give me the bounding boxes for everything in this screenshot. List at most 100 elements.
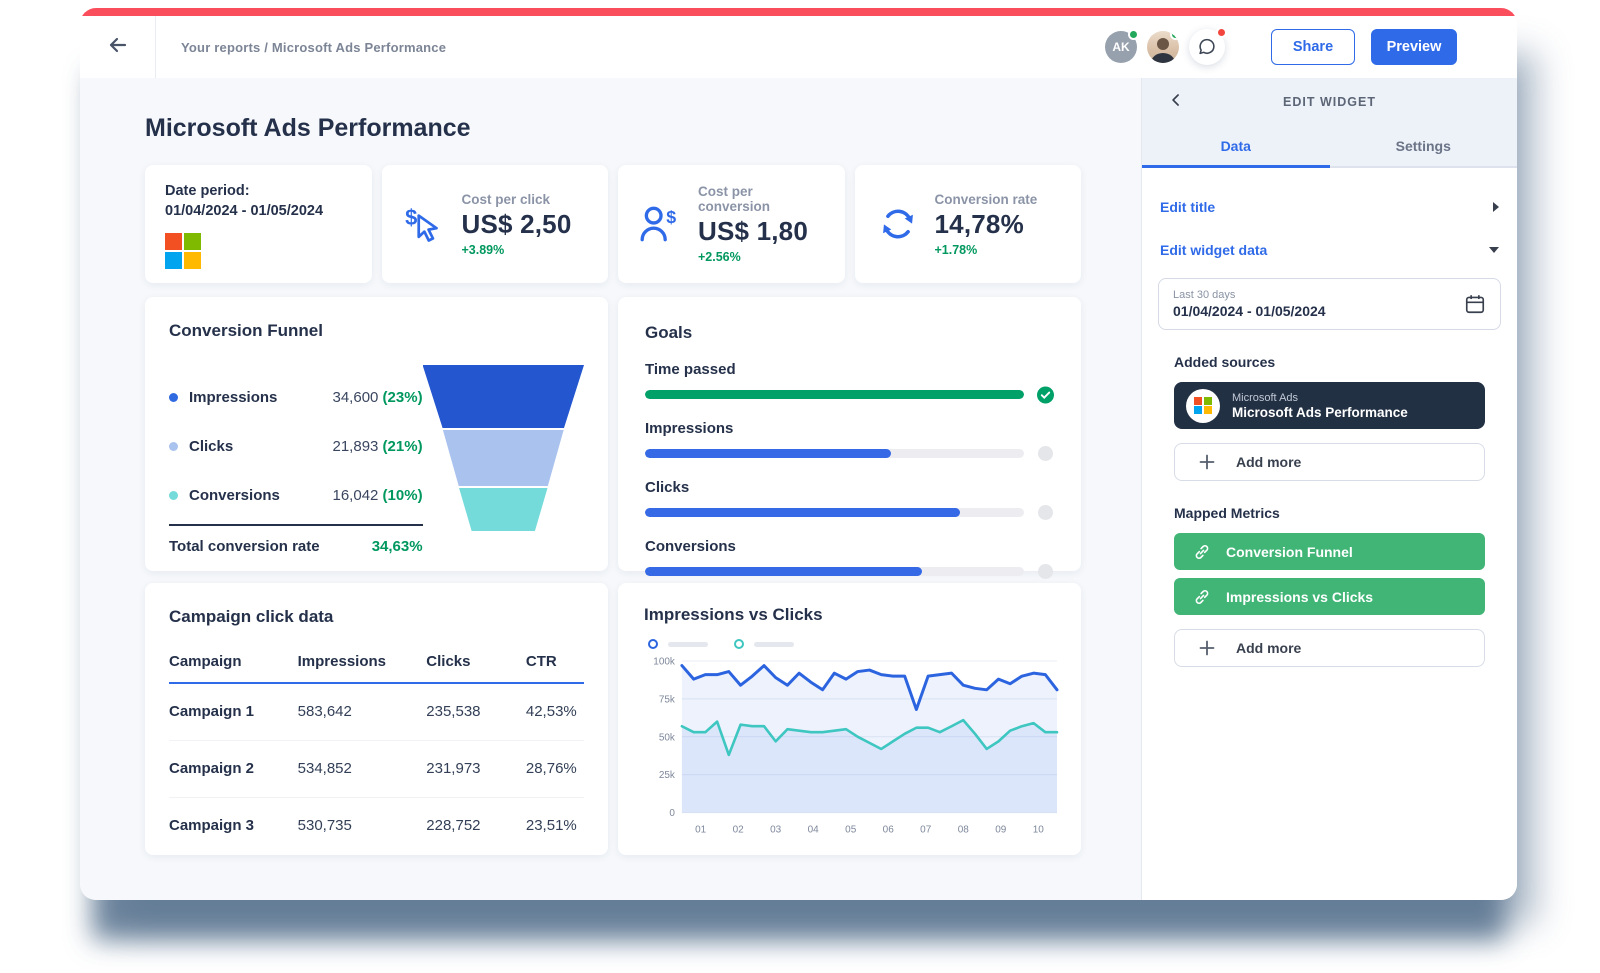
panel-header: EDIT WIDGET Data Settings: [1142, 78, 1517, 168]
goal-row: Time passed: [645, 361, 1054, 403]
add-source-button[interactable]: Add more: [1174, 443, 1485, 481]
comments-button[interactable]: [1189, 27, 1227, 65]
divider: [169, 524, 423, 526]
svg-text:02: 02: [733, 825, 745, 836]
date-period-value: 01/04/2024 - 01/05/2024: [165, 203, 324, 219]
legend-label: Clicks: [189, 438, 234, 455]
topbar-actions: AK Share Preview: [1105, 27, 1517, 65]
tab-settings[interactable]: Settings: [1330, 126, 1518, 168]
svg-text:0: 0: [669, 808, 675, 819]
panel-title: EDIT WIDGET: [1283, 95, 1376, 109]
content-area: Microsoft Ads Performance Date period: 0…: [80, 78, 1517, 900]
widget-title: Impressions vs Clicks: [644, 605, 823, 624]
kpi-label: Cost per conversion: [698, 184, 771, 214]
campaign-table: Campaign Impressions Clicks CTR Campaign 15…: [169, 653, 584, 854]
svg-text:$: $: [666, 207, 676, 227]
avatar-initials: AK: [1112, 40, 1130, 54]
preview-button[interactable]: Preview: [1371, 29, 1457, 65]
check-circle-icon: [1037, 386, 1054, 403]
kpi-label: Conversion rate: [934, 191, 1038, 207]
edit-widget-data-row[interactable]: Edit widget data: [1158, 235, 1501, 265]
mapped-metrics-label: Mapped Metrics: [1174, 505, 1280, 521]
table-header-row: Campaign Impressions Clicks CTR: [169, 653, 584, 684]
edit-title-row[interactable]: Edit title: [1158, 192, 1501, 222]
report-canvas: Microsoft Ads Performance Date period: 0…: [80, 78, 1141, 900]
cost-per-conversion-card[interactable]: $ Cost per conversion US$ 1,80 +2.56%: [618, 165, 845, 283]
funnel-legend: Impressions 34,600 (23%) Clicks 21,893 (21%…: [169, 373, 423, 555]
legend-pill: [754, 641, 794, 647]
mapped-metric-impressions-vs-clicks[interactable]: Impressions vs Clicks: [1174, 578, 1485, 615]
panel-tabs: Data Settings: [1142, 126, 1517, 168]
svg-text:10: 10: [1033, 825, 1045, 836]
legend-dot: [169, 393, 178, 402]
page-title: Microsoft Ads Performance: [145, 114, 471, 142]
link-icon: [1195, 544, 1209, 559]
legend-item-clicks: [734, 639, 794, 649]
widget-title: Goals: [645, 323, 693, 342]
funnel-segment-impressions: [422, 365, 584, 428]
goal-progress-bar: [645, 508, 1024, 517]
table-cell: 231,973: [426, 740, 526, 798]
source-card-microsoft-ads[interactable]: Microsoft Ads Microsoft Ads Performance: [1174, 382, 1485, 429]
svg-text:03: 03: [770, 825, 782, 836]
svg-text:100k: 100k: [653, 656, 675, 667]
svg-text:07: 07: [920, 825, 932, 836]
legend-label: Impressions: [189, 389, 278, 406]
funnel-segment-clicks: [442, 430, 564, 486]
conversion-rate-card[interactable]: Conversion rate 14,78% +1.78%: [854, 165, 1081, 283]
back-button[interactable]: [80, 16, 156, 78]
kpi-value: US$ 1,80: [698, 216, 809, 246]
conversion-funnel-widget[interactable]: Conversion Funnel Impressions 34,600 (23%…: [145, 297, 608, 571]
edit-title-link[interactable]: Edit title: [1160, 199, 1215, 215]
cost-per-click-card[interactable]: $ Cost per click US$ 2,50 +3.89%: [381, 165, 608, 283]
funnel-legend-row: Impressions 34,600 (23%): [169, 373, 423, 422]
svg-text:09: 09: [995, 825, 1007, 836]
table-cell: 28,76%: [525, 740, 584, 798]
avatar-photo[interactable]: [1147, 31, 1179, 63]
table-cell: Campaign 1: [169, 683, 298, 741]
legend-marker-clicks: [734, 639, 744, 649]
svg-text:$: $: [405, 205, 417, 230]
campaign-click-data-widget[interactable]: Campaign click data Campaign Impressions C…: [145, 583, 608, 855]
table-cell: 534,852: [297, 740, 427, 798]
column-header: Impressions: [297, 653, 427, 684]
legend-dot: [169, 491, 178, 500]
kpi-row: Date period: 01/04/2024 - 01/05/2024 $ C…: [145, 165, 1081, 283]
mapped-metric-conversion-funnel[interactable]: Conversion Funnel: [1174, 533, 1485, 570]
collapse-panel-button[interactable]: [1166, 90, 1186, 115]
legend-marker-impressions: [648, 639, 658, 649]
impressions-vs-clicks-widget[interactable]: Impressions vs Clicks 0 25k 50k 75k 100k…: [618, 583, 1081, 855]
table-body: Campaign 1 583,642 235,538 42,53% Campaign 2…: [169, 683, 584, 854]
column-header: Clicks: [426, 653, 526, 684]
svg-text:75k: 75k: [659, 694, 675, 705]
table-cell: 23,51%: [525, 817, 577, 835]
goal-label: Impressions: [645, 420, 734, 437]
funnel-legend-row: Conversions 16,042 (10%): [169, 471, 423, 520]
goals-widget[interactable]: Goals Time passed Impressions Clicks Conver…: [618, 297, 1081, 579]
metric-label: Impressions vs Clicks: [1226, 588, 1374, 605]
table-cell: 530,735: [297, 817, 352, 835]
plus-icon: [1199, 640, 1215, 656]
edit-widget-panel: EDIT WIDGET Data Settings Edit title Edit…: [1141, 78, 1517, 900]
edit-widget-data-link[interactable]: Edit widget data: [1160, 242, 1267, 258]
add-metric-button[interactable]: Add more: [1174, 629, 1485, 667]
svg-text:06: 06: [883, 825, 895, 836]
table-cell: Campaign 3: [169, 817, 255, 835]
date-range-selector[interactable]: Last 30 days 01/04/2024 - 01/05/2024: [1158, 278, 1501, 330]
metric-label: Conversion Funnel: [1226, 543, 1353, 560]
column-header: Campaign: [169, 653, 298, 684]
person-dollar-icon: $: [638, 202, 684, 246]
kpi-value: US$ 2,50: [461, 208, 572, 239]
legend-value: 16,042 (10%): [332, 487, 423, 504]
topbar: Your reports / Microsoft Ads Performance…: [80, 16, 1517, 78]
chart-legend: [648, 639, 1063, 649]
share-button[interactable]: Share: [1271, 29, 1355, 65]
tab-data[interactable]: Data: [1142, 126, 1330, 168]
column-header: CTR: [525, 653, 584, 684]
online-dot: [1170, 31, 1179, 40]
avatar-ak[interactable]: AK: [1105, 29, 1139, 63]
total-label: Total conversion rate: [169, 538, 320, 555]
widget-row-2: Campaign click data Campaign Impressions C…: [145, 583, 1081, 855]
date-period-card[interactable]: Date period: 01/04/2024 - 01/05/2024: [145, 165, 372, 283]
kpi-delta: +2.56%: [698, 250, 741, 264]
